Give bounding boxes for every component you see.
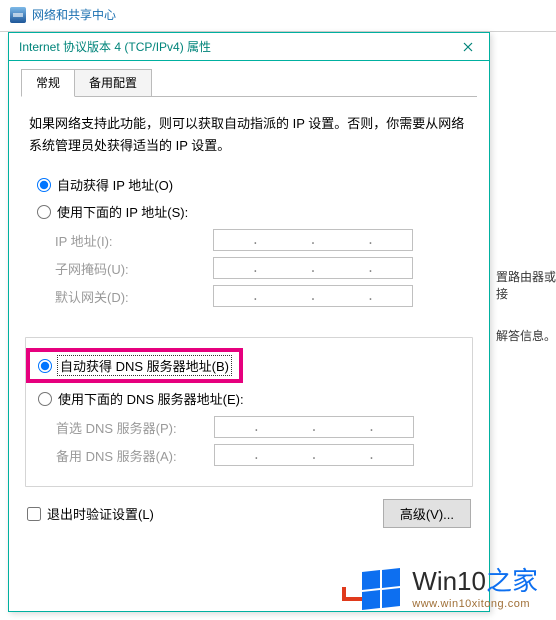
field-ip: IP 地址(I): ... [37,229,461,251]
radio-dns-manual-input[interactable] [38,392,52,406]
field-gateway: 默认网关(D): ... [37,285,461,307]
network-center-link[interactable]: 网络和共享中心 [32,6,116,23]
bg-text-1: 置路由器或接 [496,268,556,302]
bg-text-2: 解答信息。 [496,327,556,344]
input-dns-preferred: ... [214,416,414,438]
input-dns-alternate: ... [214,444,414,466]
tab-strip: 常规 备用配置 [21,71,477,97]
field-dns-preferred: 首选 DNS 服务器(P): ... [38,416,460,438]
validate-label: 退出时验证设置(L) [47,504,154,523]
close-button[interactable] [447,33,489,61]
radio-ip-auto[interactable]: 自动获得 IP 地址(O) [37,175,461,194]
windows-logo-icon [362,569,402,609]
label-gateway: 默认网关(D): [55,287,213,306]
bottom-row: 退出时验证设置(L) 高级(V)... [27,499,471,528]
network-icon [10,7,26,23]
radio-ip-auto-input[interactable] [37,178,51,192]
radio-dns-manual-label: 使用下面的 DNS 服务器地址(E): [58,389,244,408]
watermark: Win10之家 www.win10xitong.com [362,567,538,610]
dialog-title: Internet 协议版本 4 (TCP/IPv4) 属性 [19,38,447,55]
ipv4-properties-dialog: Internet 协议版本 4 (TCP/IPv4) 属性 常规 备用配置 如果… [8,32,490,612]
radio-ip-manual-label: 使用下面的 IP 地址(S): [57,202,188,221]
radio-dns-auto-input[interactable] [38,359,52,373]
radio-ip-manual-input[interactable] [37,205,51,219]
tab-general[interactable]: 常规 [21,69,75,97]
dns-group: 自动获得 DNS 服务器地址(B) 使用下面的 DNS 服务器地址(E): 首选… [25,337,473,487]
field-dns-alternate: 备用 DNS 服务器(A): ... [38,444,460,466]
input-mask: ... [213,257,413,279]
radio-dns-auto-label[interactable]: 自动获得 DNS 服务器地址(B) [58,356,231,375]
radio-dns-manual[interactable]: 使用下面的 DNS 服务器地址(E): [38,389,460,408]
close-icon [463,42,473,52]
watermark-brand: Win10之家 [412,567,538,596]
label-dns-preferred: 首选 DNS 服务器(P): [56,418,214,437]
label-ip: IP 地址(I): [55,231,213,250]
validate-checkbox[interactable] [27,507,41,521]
ip-group: 自动获得 IP 地址(O) 使用下面的 IP 地址(S): IP 地址(I): … [25,175,473,327]
highlight-box: 自动获得 DNS 服务器地址(B) [26,348,243,383]
input-gateway: ... [213,285,413,307]
label-dns-alternate: 备用 DNS 服务器(A): [56,446,214,465]
radio-ip-manual[interactable]: 使用下面的 IP 地址(S): [37,202,461,221]
advanced-button[interactable]: 高级(V)... [383,499,471,528]
radio-ip-auto-label: 自动获得 IP 地址(O) [57,175,173,194]
input-ip: ... [213,229,413,251]
red-accent-icon [342,587,362,601]
validate-checkbox-row[interactable]: 退出时验证设置(L) [27,504,154,523]
titlebar[interactable]: Internet 协议版本 4 (TCP/IPv4) 属性 [9,33,489,61]
intro-text: 如果网络支持此功能，则可以获取自动指派的 IP 设置。否则，你需要从网络系统管理… [21,97,477,169]
watermark-url: www.win10xitong.com [412,598,538,610]
background-header: 网络和共享中心 [0,0,556,29]
field-mask: 子网掩码(U): ... [37,257,461,279]
label-mask: 子网掩码(U): [55,259,213,278]
tab-alternate[interactable]: 备用配置 [74,69,152,96]
